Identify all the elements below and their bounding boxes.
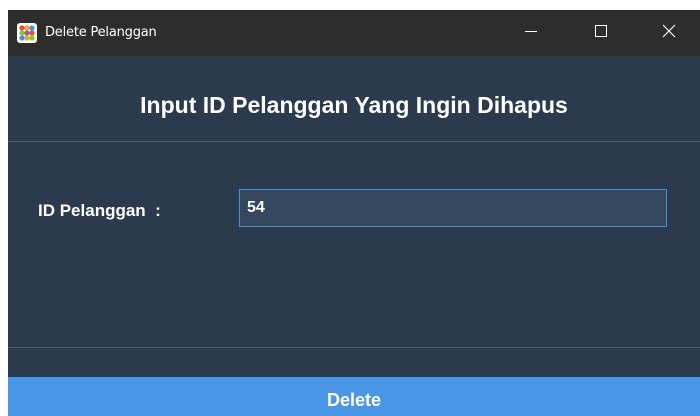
app-dots-icon bbox=[17, 23, 37, 43]
page-heading: Input ID Pelanggan Yang Ingin Dihapus bbox=[140, 92, 568, 118]
minimize-button[interactable] bbox=[508, 10, 554, 56]
id-pelanggan-input[interactable] bbox=[239, 189, 667, 227]
window-title: Delete Pelanggan bbox=[45, 25, 157, 40]
delete-pelanggan-window: Delete Pelanggan Input ID Pelanggan Yang… bbox=[8, 10, 700, 416]
minimize-icon bbox=[525, 24, 537, 42]
delete-button[interactable]: Delete bbox=[8, 377, 700, 416]
header-panel: Input ID Pelanggan Yang Ingin Dihapus bbox=[8, 56, 700, 142]
maximize-icon bbox=[595, 24, 607, 42]
title-bar[interactable]: Delete Pelanggan bbox=[8, 10, 700, 56]
close-button[interactable] bbox=[646, 10, 692, 56]
footer-divider bbox=[8, 347, 700, 348]
id-pelanggan-label: ID Pelanggan : bbox=[38, 201, 161, 220]
maximize-button[interactable] bbox=[578, 10, 624, 56]
close-icon bbox=[662, 24, 676, 43]
